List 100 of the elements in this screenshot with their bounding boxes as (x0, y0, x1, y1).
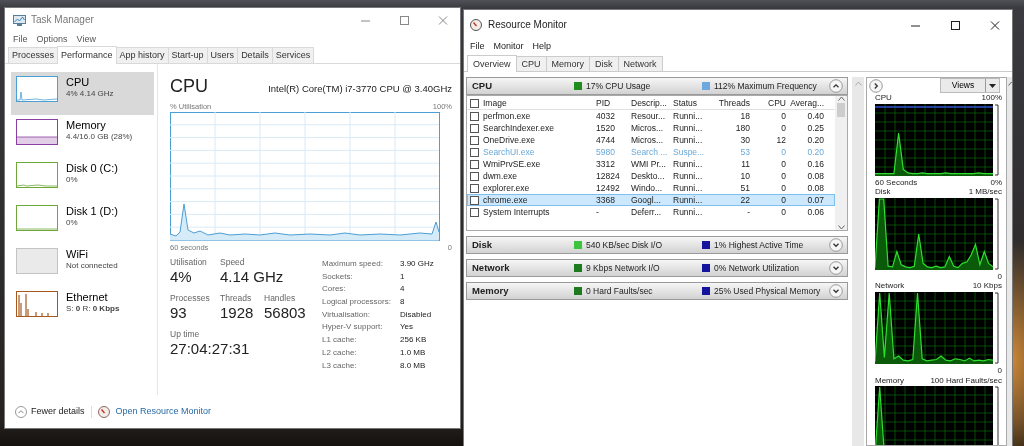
section-header[interactable]: CPU 17% CPU Usage 112% Maximum Frequency (466, 77, 848, 95)
table-cell-text: Runni... (673, 171, 704, 182)
menu-item[interactable]: Help (532, 41, 552, 52)
tab[interactable]: Disk (589, 56, 619, 71)
table-cell-text: 10 (739, 171, 751, 182)
table-cell-text: Deskto... (631, 171, 666, 182)
scroll-down-icon[interactable] (837, 225, 845, 230)
dropdown-arrow-icon[interactable] (989, 83, 996, 88)
checkbox[interactable] (470, 123, 479, 133)
collapse-icon[interactable] (829, 79, 843, 93)
maximize-icon[interactable] (949, 20, 961, 30)
section-header[interactable]: Network 9 Kbps Network I/O 0% Network Utilization (466, 259, 848, 277)
fewer-details-button[interactable]: Fewer details (15, 405, 85, 418)
menu-item[interactable]: File (470, 41, 485, 52)
indicator-text: 1% Highest Active Time (714, 239, 804, 251)
indicator-text: 540 KB/sec Disk I/O (586, 239, 663, 251)
section-header[interactable]: Disk 540 KB/sec Disk I/O 1% Highest Active Time (466, 236, 848, 254)
menu-item[interactable]: File (13, 33, 28, 45)
checkbox[interactable] (470, 98, 479, 108)
sidebar-item-name: Ethernet (66, 291, 109, 304)
graph-scale: 0 (997, 271, 1002, 282)
views-button[interactable]: Views (940, 78, 1000, 93)
tab[interactable]: Details (237, 47, 273, 63)
stat-label: Threads (220, 293, 253, 304)
sidebar-item[interactable]: Memory 4.4/16.0 GB (28%) (11, 115, 154, 158)
spec-value: Disabled (400, 309, 433, 321)
indicator-text: 25% Used Physical Memory (714, 285, 821, 297)
tab[interactable]: App history (115, 47, 169, 63)
stat-label: Speed (220, 257, 246, 268)
menu-item[interactable]: Options (36, 33, 68, 45)
checkbox[interactable] (470, 111, 479, 121)
stat-label: Handles (264, 293, 297, 304)
column-header[interactable]: PID (596, 97, 631, 109)
tab[interactable]: Performance (57, 46, 117, 64)
column-header[interactable]: Averag... (789, 97, 827, 109)
table-cell-text: 0.16 (806, 159, 825, 170)
column-header[interactable]: Image (483, 97, 507, 109)
expand-icon[interactable] (829, 261, 843, 275)
sidebar-item[interactable]: Disk 1 (D:) 0% (11, 201, 154, 244)
tab[interactable]: Start-up (167, 47, 208, 63)
checkbox[interactable] (470, 171, 479, 181)
table-cell-text: 0 (780, 159, 787, 170)
close-icon[interactable] (989, 20, 1001, 30)
gauge-icon (470, 19, 482, 31)
column-header[interactable]: Status (673, 97, 713, 109)
table-cell-text: 51 (739, 183, 751, 194)
open-resource-monitor-link[interactable]: Open Resource Monitor (115, 406, 212, 417)
tab[interactable]: Processes (8, 47, 59, 63)
scrollbar-thumb[interactable] (837, 103, 845, 117)
indicator-text: 112% Maximum Frequency (714, 80, 817, 92)
chevron-up-icon (15, 405, 27, 418)
tab[interactable]: Overview (467, 55, 517, 72)
spec-label: L2 cache: (322, 347, 358, 359)
table-cell-text: 0 (780, 183, 787, 194)
checkbox[interactable] (470, 195, 479, 205)
tab[interactable]: CPU (515, 56, 547, 71)
spec-value: Yes (400, 322, 415, 334)
checkbox[interactable] (470, 159, 479, 169)
table-cell-text: Runni... (673, 159, 704, 170)
tab[interactable]: Services (271, 47, 315, 63)
sidebar-item-name: Disk 0 (C:) (66, 162, 118, 175)
table-cell-text: Runni... (673, 111, 704, 122)
table-cell-text: 3368 (596, 195, 616, 206)
section-header[interactable]: Memory 0 Hard Faults/sec 25% Used Physical Memory (466, 282, 848, 300)
graph-title: Memory (875, 375, 904, 386)
stat-value: 4% (170, 267, 192, 287)
spec-label: Hyper-V support: (322, 322, 384, 334)
checkbox[interactable] (470, 147, 479, 157)
expand-icon[interactable] (869, 78, 883, 93)
table-cell: SearchIndexer.exe (483, 123, 554, 134)
table-cell: OneDrive.exe (483, 135, 535, 146)
menu-item[interactable]: View (76, 33, 96, 45)
graph-scale: 10 Kbps (972, 281, 1002, 291)
checkbox[interactable] (470, 183, 479, 193)
sidebar-item[interactable]: Disk 0 (C:) 0% (11, 158, 154, 201)
checkbox[interactable] (470, 135, 479, 145)
table-cell: dwm.exe (483, 171, 517, 182)
column-header[interactable]: Threads (713, 97, 753, 109)
sidebar-item-detail: 4% 4.14 GHz (66, 89, 114, 99)
tab[interactable]: Memory (545, 56, 591, 71)
sidebar-item[interactable]: Ethernet S: 0 R: 0 Kbps (11, 287, 154, 330)
sidebar-item[interactable]: CPU 4% 4.14 GHz (11, 72, 154, 115)
menu-item[interactable]: Monitor (493, 41, 524, 52)
table-cell-text: 0.25 (806, 123, 825, 134)
checkbox[interactable] (470, 207, 479, 217)
table-cell-text: 5980 (596, 147, 616, 158)
indicator-text: 9 Kbps Network I/O (586, 262, 660, 274)
column-header[interactable]: Descrip... (631, 97, 673, 109)
section-title: CPU (472, 80, 494, 92)
graph-time-span: 60 Seconds (875, 177, 918, 188)
table-cell-text: Micros... (631, 135, 665, 146)
column-header[interactable]: CPU (753, 97, 789, 109)
section-title: Network (472, 262, 511, 274)
tab[interactable]: Users (206, 47, 239, 63)
table-cell-text: 0.40 (806, 111, 825, 122)
sidebar-item[interactable]: WiFi Not connected (11, 244, 154, 287)
expand-icon[interactable] (829, 284, 843, 298)
tab[interactable]: Network (617, 56, 663, 71)
table-cell-text: 1520 (596, 123, 616, 134)
expand-icon[interactable] (829, 238, 843, 252)
